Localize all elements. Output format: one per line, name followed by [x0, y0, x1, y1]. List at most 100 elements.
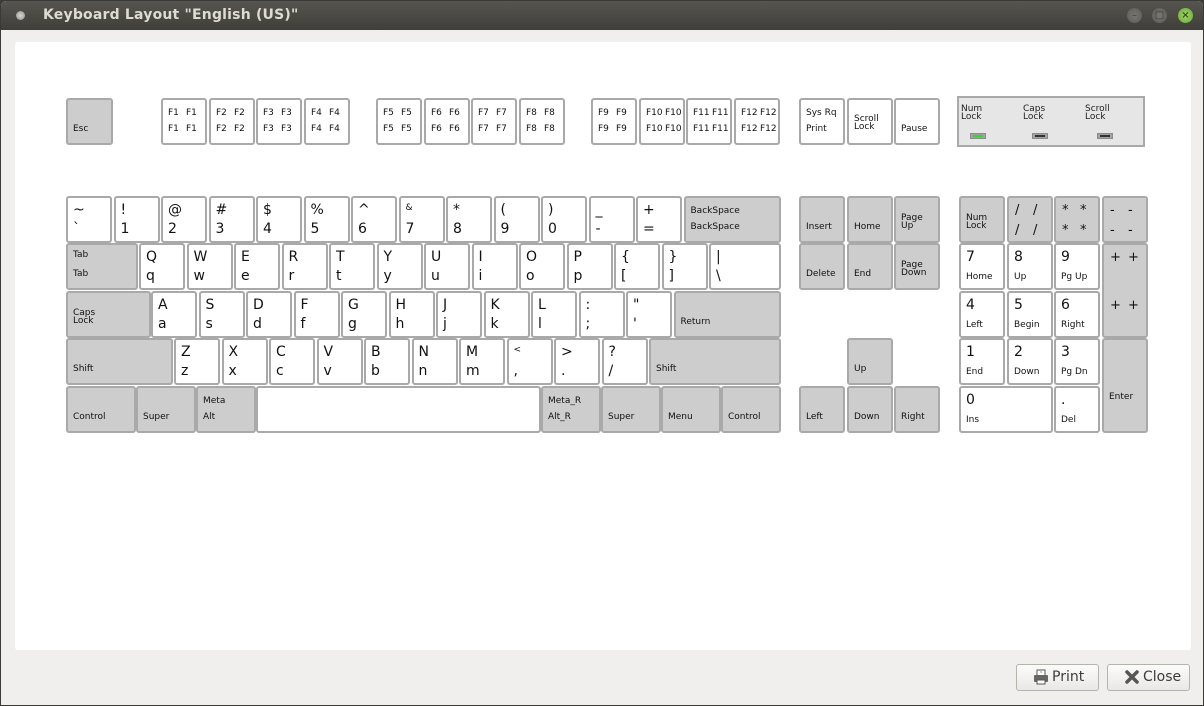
key-f5[interactable]: F5 F5 F5 F5	[376, 98, 422, 145]
key-left-bracket[interactable]: {[	[614, 243, 660, 290]
key-down[interactable]: Down	[847, 386, 893, 433]
key-up[interactable]: Up	[847, 338, 893, 385]
title-bar[interactable]: Keyboard Layout "English (US)" – □ ×	[1, 1, 1203, 30]
key-r[interactable]: Rr	[281, 243, 328, 290]
key-0[interactable]: ) 0	[541, 196, 587, 243]
key-c[interactable]: Cc	[269, 338, 315, 385]
key-page-up[interactable]: Page Up	[894, 196, 940, 243]
key-l[interactable]: Ll	[531, 291, 577, 338]
key-f12[interactable]: F12 F12 F12 F12	[734, 98, 780, 145]
key-numpad-5[interactable]: 5 Begin	[1007, 291, 1053, 338]
key-numpad-8[interactable]: 8 Up	[1007, 243, 1053, 290]
key-6[interactable]: ^ 6	[351, 196, 397, 243]
key-f10[interactable]: F10 F10 F10 F10	[639, 98, 685, 145]
key-quote[interactable]: " '	[626, 291, 672, 338]
key-home[interactable]: Home	[847, 196, 893, 243]
key-scroll-lock[interactable]: Scroll Lock	[847, 98, 893, 145]
key-5[interactable]: % 5	[303, 196, 350, 243]
key-f3[interactable]: F3 F3 F3 F3	[256, 98, 302, 145]
key-e[interactable]: Ee	[234, 243, 280, 290]
key-f[interactable]: Ff	[293, 291, 340, 338]
key-numpad-3[interactable]: 3 Pg Dn	[1054, 338, 1100, 385]
key-2[interactable]: @2	[161, 196, 207, 243]
key-numpad-0[interactable]: 0 Ins	[959, 386, 1053, 433]
key-numpad-plus[interactable]: + + + +	[1102, 243, 1148, 338]
window-menu-icon[interactable]	[16, 11, 25, 20]
key-h[interactable]: Hh	[388, 291, 435, 338]
key-f1[interactable]: F1 F1 F1 F1	[161, 98, 207, 145]
key-right-bracket[interactable]: }]	[661, 243, 708, 290]
key-9[interactable]: (9	[493, 196, 540, 243]
key-g[interactable]: Gg	[341, 291, 387, 338]
key-period[interactable]: >.	[554, 338, 600, 385]
key-f8[interactable]: F8 F8 F8 F8	[519, 98, 565, 145]
key-esc[interactable]: Esc	[66, 98, 113, 145]
key-numpad-enter[interactable]: Enter	[1102, 338, 1148, 433]
key-f4[interactable]: F4 F4 F4 F4	[304, 98, 350, 145]
key-shift-left[interactable]: Shift	[66, 338, 173, 385]
key-numpad-4[interactable]: 4 Left	[959, 291, 1005, 338]
key-end[interactable]: End	[847, 243, 893, 290]
key-delete[interactable]: Delete	[799, 243, 845, 290]
key-v[interactable]: Vv	[316, 338, 363, 385]
key-page-down[interactable]: Page Down	[894, 243, 940, 290]
key-u[interactable]: Uu	[424, 243, 470, 290]
key-x[interactable]: Xx	[221, 338, 268, 385]
key-left[interactable]: Left	[799, 386, 845, 433]
key-backspace[interactable]: BackSpace BackSpace	[683, 196, 781, 243]
key-f11[interactable]: F11 F11 F11 F11	[686, 98, 732, 145]
key-b[interactable]: Bb	[364, 338, 410, 385]
key-numpad-7[interactable]: 7 Home	[959, 243, 1005, 290]
maximize-icon[interactable]: □	[1152, 8, 1167, 23]
key-numpad-2[interactable]: 2 Down	[1007, 338, 1053, 385]
key-alt-right[interactable]: Meta_R Alt_R	[541, 386, 601, 433]
key-z[interactable]: Zz	[174, 338, 220, 385]
key-w[interactable]: Ww	[186, 243, 233, 290]
key-shift-right[interactable]: Shift	[649, 338, 781, 385]
key-numpad-divide[interactable]: / / / /	[1007, 196, 1053, 243]
key-minus[interactable]: _ -	[588, 196, 635, 243]
key-pause[interactable]: Pause	[894, 98, 940, 145]
minimize-icon[interactable]: –	[1127, 8, 1142, 23]
print-button[interactable]: Print	[1016, 664, 1099, 691]
key-d[interactable]: Dd	[246, 291, 292, 338]
key-numpad-decimal[interactable]: . Del	[1054, 386, 1100, 433]
key-super-right[interactable]: Super	[601, 386, 661, 433]
key-p[interactable]: Pp	[566, 243, 613, 290]
key-insert[interactable]: Insert	[799, 196, 845, 243]
key-f9[interactable]: F9 F9 F9 F9	[591, 98, 637, 145]
key-equals[interactable]: + =	[636, 196, 682, 243]
key-k[interactable]: Kk	[483, 291, 530, 338]
close-button[interactable]: Close	[1107, 664, 1190, 691]
key-a[interactable]: Aa	[151, 291, 197, 338]
key-backslash[interactable]: | \	[709, 243, 781, 290]
key-alt-left[interactable]: Meta Alt	[196, 386, 256, 433]
key-f6[interactable]: F6 F6 F6 F6	[424, 98, 470, 145]
close-icon[interactable]: ×	[1178, 8, 1193, 23]
key-control-left[interactable]: Control	[66, 386, 136, 433]
key-num-lock[interactable]: Num Lock	[959, 196, 1005, 243]
key-j[interactable]: Jj	[436, 291, 482, 338]
key-7[interactable]: & 7	[398, 196, 445, 243]
key-menu[interactable]: Menu	[661, 386, 721, 433]
key-numpad-multiply[interactable]: * * * *	[1054, 196, 1100, 243]
key-3[interactable]: #3	[208, 196, 255, 243]
key-numpad-6[interactable]: 6 Right	[1054, 291, 1100, 338]
key-slash[interactable]: ? /	[601, 338, 648, 385]
key-1[interactable]: ! 1	[113, 196, 160, 243]
key-caps-lock[interactable]: Caps Lock	[66, 291, 151, 338]
key-numpad-9[interactable]: 9 Pg Up	[1054, 243, 1100, 290]
key-4[interactable]: $4	[256, 196, 302, 243]
key-right[interactable]: Right	[894, 386, 940, 433]
key-super-left[interactable]: Super	[136, 386, 196, 433]
key-sysrq-print[interactable]: Sys Rq Print	[799, 98, 845, 145]
key-s[interactable]: Ss	[198, 291, 245, 338]
key-t[interactable]: Tt	[329, 243, 375, 290]
key-control-right[interactable]: Control	[721, 386, 781, 433]
key-backtick[interactable]: ~ `	[66, 196, 112, 243]
key-semicolon[interactable]: :;	[578, 291, 625, 338]
key-n[interactable]: Nn	[411, 338, 458, 385]
key-comma[interactable]: <,	[506, 338, 553, 385]
key-numpad-minus[interactable]: ----	[1102, 196, 1148, 243]
key-i[interactable]: Ii	[471, 243, 518, 290]
